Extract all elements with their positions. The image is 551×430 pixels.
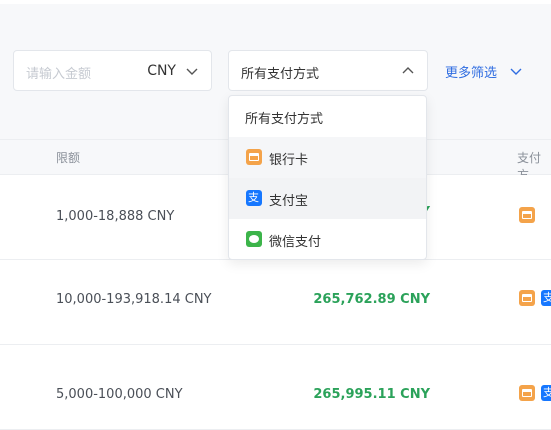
amount-input[interactable]: 请输入金额 CNY	[13, 50, 212, 91]
table-row[interactable]: 10,000-193,918.14 CNY 265,762.89 CNY	[0, 260, 551, 345]
more-filters-button[interactable]: 更多筛选	[445, 62, 522, 81]
option-label: 银行卡	[269, 153, 309, 168]
option-label: 微信支付	[269, 235, 322, 250]
payment-method-select[interactable]: 所有支付方式	[228, 50, 428, 91]
alipay-icon	[541, 290, 551, 306]
option-label: 所有支付方式	[245, 112, 324, 127]
amount-placeholder: 请输入金额	[26, 67, 92, 82]
alipay-icon	[541, 385, 551, 401]
wechat-pay-icon	[246, 231, 262, 247]
dropdown-option-bank-card[interactable]: 银行卡	[229, 137, 426, 178]
header-limit: 限额	[56, 151, 81, 165]
row-limit: 10,000-193,918.14 CNY	[56, 292, 212, 307]
currency-selector[interactable]: CNY	[147, 63, 176, 79]
chevron-down-icon[interactable]	[185, 64, 199, 78]
table-row[interactable]: 5,000-100,000 CNY 265,995.11 CNY	[0, 345, 551, 430]
row-limit: 5,000-100,000 CNY	[56, 387, 183, 402]
chevron-up-icon	[402, 67, 414, 74]
dropdown-option-all[interactable]: 所有支付方式	[229, 96, 426, 137]
option-label: 支付宝	[269, 194, 309, 209]
alipay-icon	[246, 190, 262, 206]
bank-card-icon	[519, 385, 535, 401]
payment-method-value: 所有支付方式	[241, 67, 320, 82]
row-limit: 1,000-18,888 CNY	[56, 209, 175, 224]
chevron-down-icon	[510, 68, 522, 75]
row-payment-icons	[519, 290, 551, 306]
dropdown-option-wechat[interactable]: 微信支付	[229, 219, 426, 260]
row-amount: 265,995.11 CNY	[313, 387, 430, 402]
row-amount: 265,762.89 CNY	[313, 292, 430, 307]
payment-method-dropdown: 所有支付方式 银行卡 支付宝 微信支付	[228, 95, 427, 260]
more-filters-label: 更多筛选	[445, 66, 498, 81]
dropdown-option-alipay[interactable]: 支付宝	[229, 178, 426, 219]
row-payment-icons	[519, 385, 551, 401]
bank-card-icon	[519, 290, 535, 306]
row-payment-icons	[519, 207, 535, 223]
bank-card-icon	[519, 207, 535, 223]
bank-card-icon	[246, 149, 262, 165]
